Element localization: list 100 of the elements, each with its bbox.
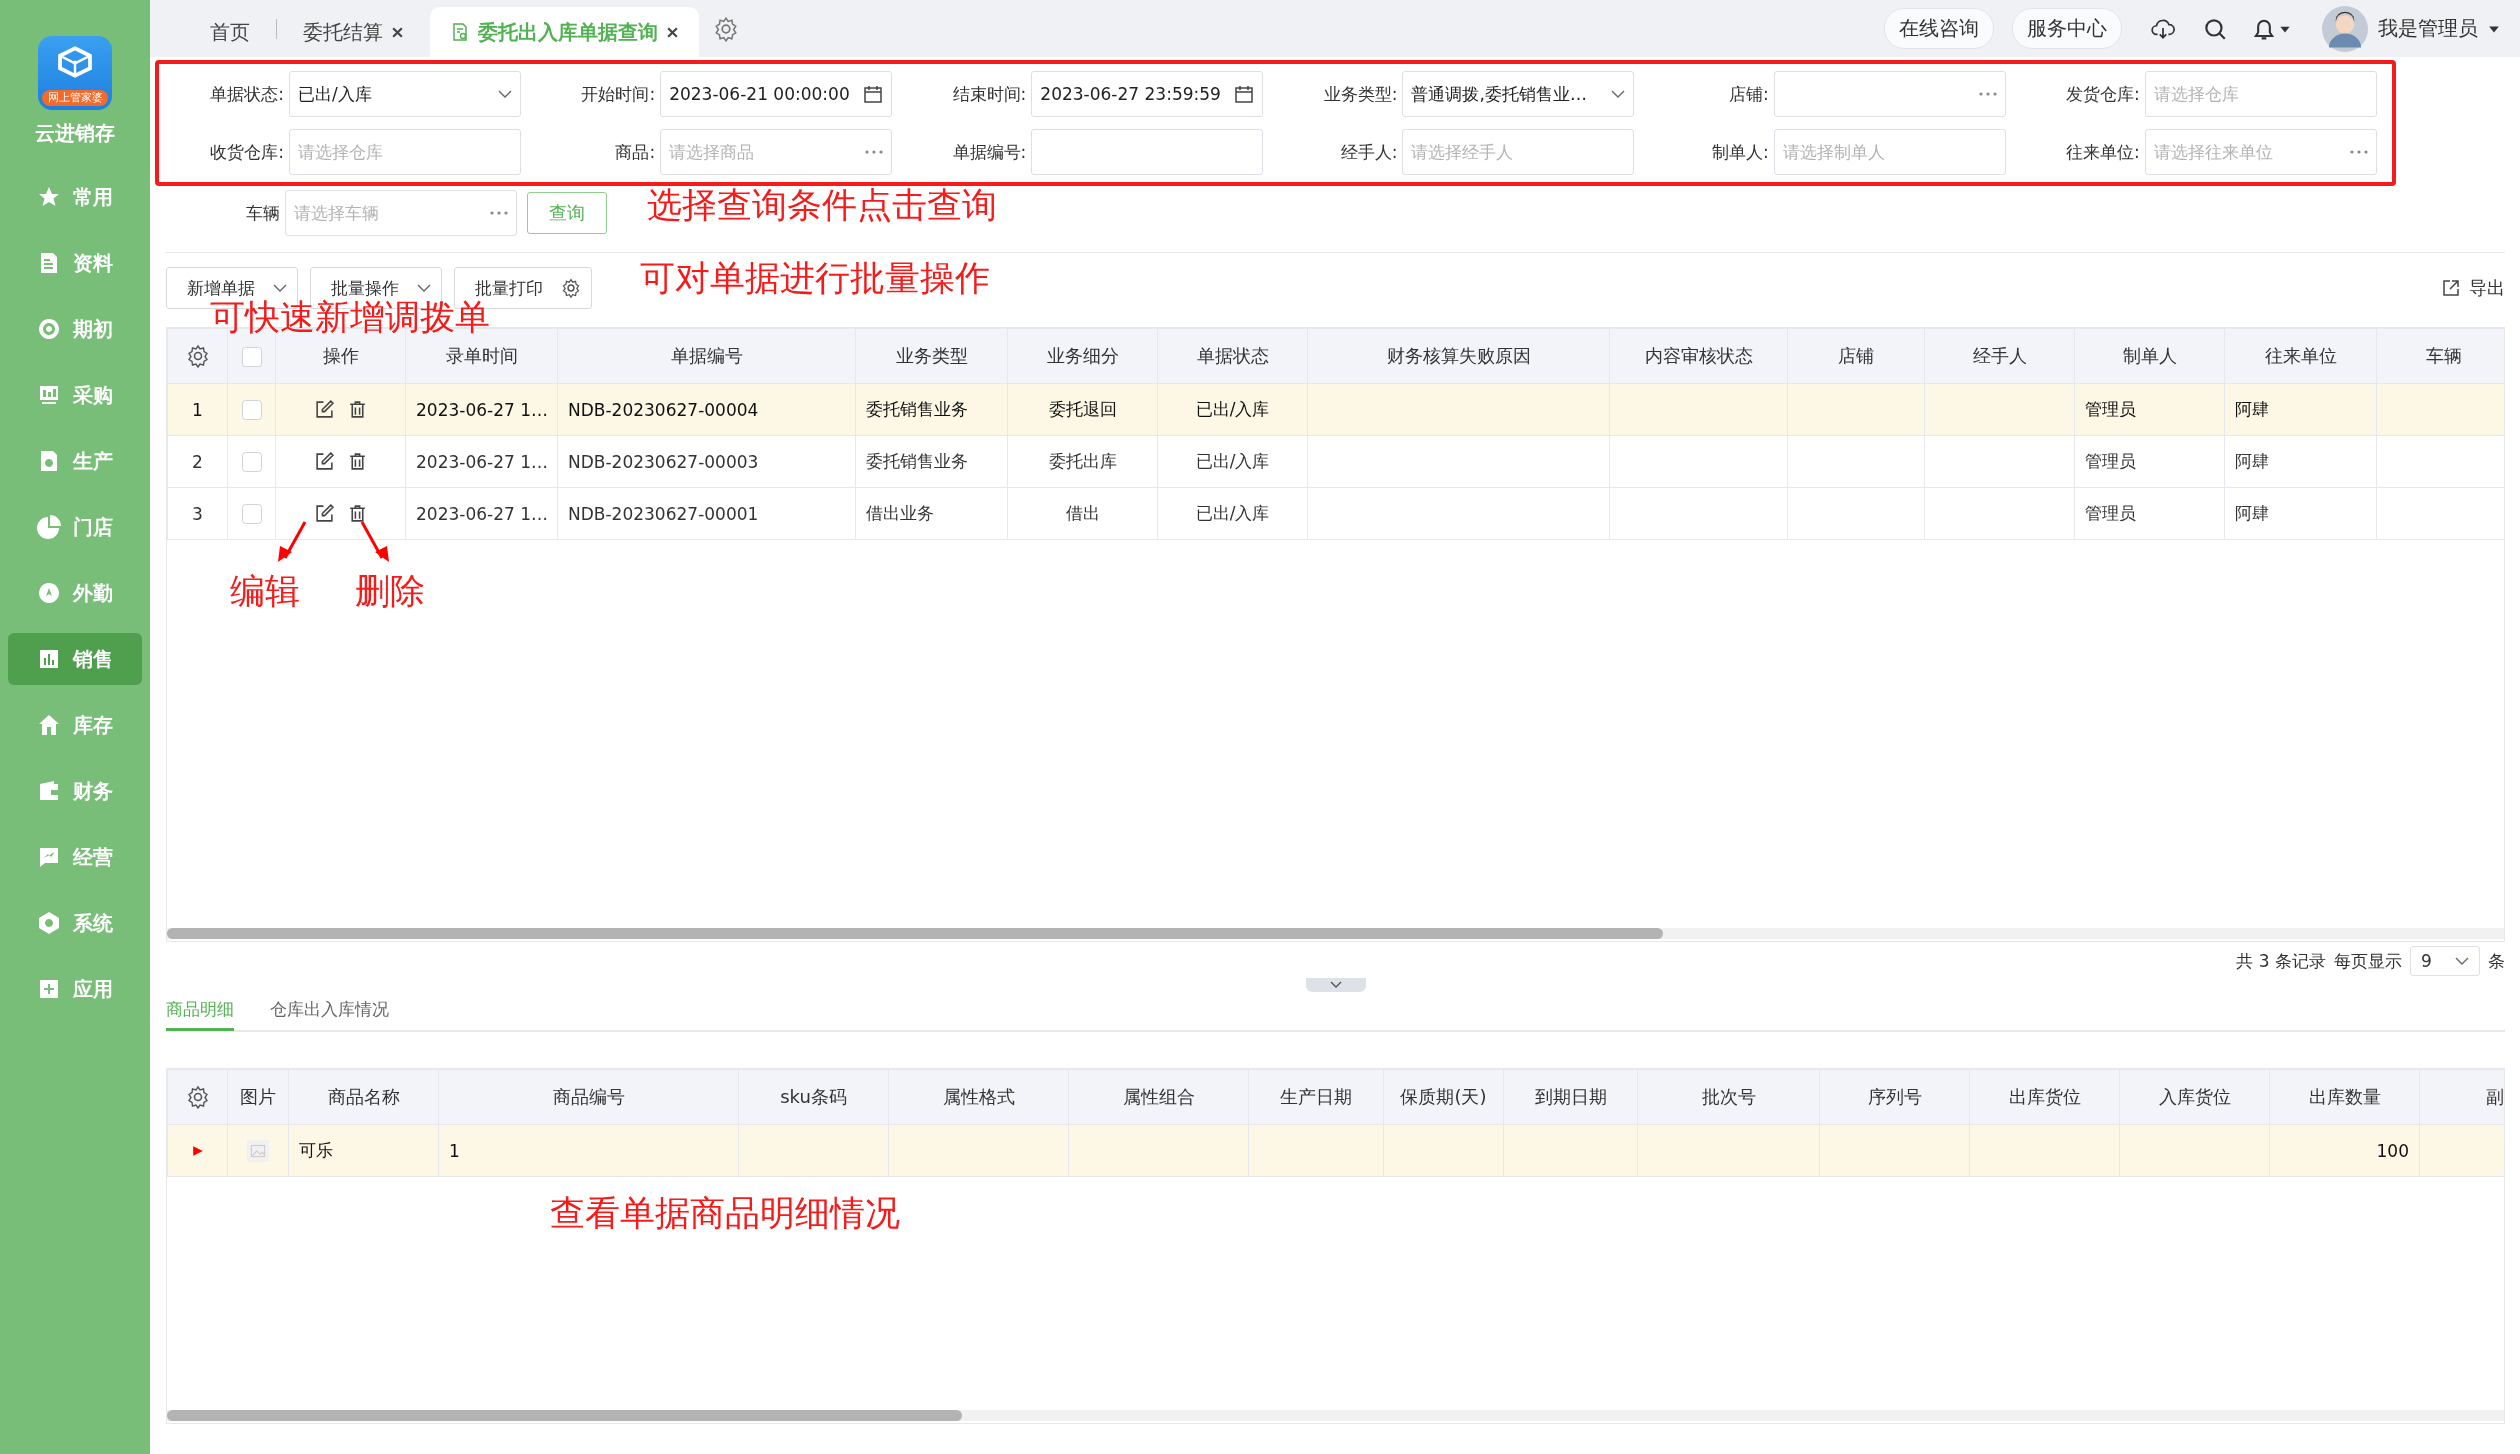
input-field[interactable]: 2023-06-27 23:59:59: [1031, 71, 1264, 117]
input-field[interactable]: [1031, 129, 1264, 175]
annotation-text: 编辑: [230, 574, 300, 609]
settings-icon[interactable]: [713, 15, 739, 42]
chart-flag-icon: [37, 845, 61, 869]
sidebar-item[interactable]: 外勤: [8, 567, 142, 619]
row-number: 2: [192, 451, 203, 472]
input-field[interactable]: 请选择仓库: [2144, 71, 2377, 117]
sidebar-item[interactable]: 期初: [8, 303, 142, 355]
query-button[interactable]: 查询: [527, 192, 607, 234]
house-icon: [37, 713, 61, 737]
collapse-handle[interactable]: [1305, 978, 1366, 992]
input-field[interactable]: 普通调拨,委托销售业…: [1402, 71, 1635, 117]
checkbox[interactable]: [241, 452, 262, 472]
checkbox[interactable]: [241, 347, 262, 367]
sidebar-item[interactable]: 库存: [8, 699, 142, 751]
sidebar-item[interactable]: 采购: [8, 369, 142, 421]
edit-icon[interactable]: [313, 503, 335, 525]
field-label: 车辆: [245, 201, 280, 225]
edit-icon[interactable]: [313, 399, 335, 421]
sidebar-item[interactable]: 常用: [8, 171, 142, 223]
input-field[interactable]: [1773, 71, 2006, 117]
close-icon[interactable]: [391, 25, 404, 39]
input-field[interactable]: 请选择制单人: [1773, 129, 2006, 175]
scrollbar[interactable]: [167, 928, 2504, 939]
sidebar-item[interactable]: 资料: [8, 237, 142, 289]
table-cell: NDB-20230627-00004: [568, 399, 759, 420]
column-header: 单据状态: [1196, 345, 1269, 366]
sidebar-item[interactable]: 门店: [8, 501, 142, 553]
field-label: 收货仓库:: [209, 140, 284, 164]
field-label: 经手人:: [1339, 140, 1398, 164]
column-header: 批次号: [1701, 1086, 1756, 1107]
field-label: 店铺:: [1727, 82, 1769, 106]
field-label: 业务类型:: [1322, 82, 1398, 106]
column-header: 图片: [240, 1086, 276, 1107]
sidebar-item[interactable]: 应用: [8, 963, 142, 1015]
more-icon: [865, 150, 884, 154]
record-count: 共 3 条记录: [2236, 949, 2326, 973]
edit-icon[interactable]: [313, 451, 335, 473]
header-link-button[interactable]: 在线咨询: [1884, 8, 1994, 49]
tab[interactable]: 商品明细: [166, 994, 234, 1031]
table-cell: 2023-06-27 1…: [416, 503, 548, 524]
column-header: 副: [2485, 1086, 2504, 1107]
column-header: 往来单位: [2264, 345, 2337, 366]
field-label: 商品:: [614, 140, 656, 164]
column-header: 车辆: [2425, 345, 2462, 366]
column-header: 操作: [322, 345, 359, 366]
sidebar-item[interactable]: 财务: [8, 765, 142, 817]
sidebar-item[interactable]: 经营: [8, 831, 142, 883]
pie-icon: [37, 515, 61, 539]
close-icon[interactable]: [666, 25, 679, 39]
table-cell: 可乐: [299, 1140, 333, 1160]
checkbox[interactable]: [241, 400, 262, 420]
field-label: 发货仓库:: [2065, 82, 2140, 106]
settings-icon[interactable]: [185, 1085, 210, 1109]
column-header: 财务核算失败原因: [1386, 345, 1531, 366]
user-menu[interactable]: 我是管理员: [2322, 5, 2500, 52]
column-header: 内容审核状态: [1644, 345, 1753, 366]
sidebar-item[interactable]: 系统: [8, 897, 142, 949]
input-field[interactable]: 已出/入库: [289, 71, 521, 117]
column-header: 商品名称: [327, 1086, 400, 1107]
sidebar-item[interactable]: 销售: [8, 633, 142, 685]
checkbox[interactable]: [241, 504, 262, 524]
logo-badge: 网上管家婆: [42, 90, 108, 106]
input-field[interactable]: 请选择车辆: [285, 190, 517, 236]
input-field[interactable]: 2023-06-21 00:00:00: [660, 71, 893, 117]
tab[interactable]: 委托出入库单据查询: [430, 7, 699, 57]
header-link-button[interactable]: 服务中心: [2012, 8, 2122, 49]
tab[interactable]: 仓库出入库情况: [270, 994, 389, 1028]
input-field[interactable]: 请选择仓库: [289, 129, 521, 175]
scrollbar[interactable]: [167, 1410, 2504, 1421]
annotation-arrow: [360, 521, 389, 562]
more-icon: [490, 211, 508, 215]
field-label: 往来单位:: [2065, 140, 2140, 164]
calendar-icon: [863, 84, 884, 104]
annotation-text: 可对单据进行批量操作: [640, 261, 990, 296]
settings-icon[interactable]: [185, 344, 210, 368]
column-header: 录单时间: [445, 345, 518, 366]
row-number: 3: [192, 503, 203, 524]
annotation-text: 删除: [355, 574, 425, 609]
table-cell: 1: [449, 1140, 460, 1161]
annotation-text: 查看单据商品明细情况: [550, 1196, 900, 1231]
tab[interactable]: 首页: [190, 7, 270, 57]
table-cell: 管理员: [2085, 503, 2136, 523]
column-header: 店铺: [1838, 345, 1874, 366]
page-size-unit: 条: [2488, 949, 2505, 973]
page-size-select[interactable]: 9: [2410, 946, 2480, 976]
table-cell: 已出/入库: [1195, 399, 1270, 419]
input-field[interactable]: 请选择经手人: [1402, 129, 1635, 175]
export-link[interactable]: 导出: [2441, 276, 2505, 300]
more-icon: [1978, 92, 1997, 96]
column-header: 到期日期: [1534, 1086, 1607, 1107]
table-cell: 借出业务: [866, 503, 934, 523]
field-label: 单据编号:: [951, 140, 1027, 164]
chevron-down-icon: [1329, 981, 1342, 989]
tab[interactable]: 委托结算: [283, 7, 424, 57]
sidebar-item[interactable]: 生产: [8, 435, 142, 487]
input-field[interactable]: 请选择商品: [660, 129, 893, 175]
input-field[interactable]: 请选择往来单位: [2144, 129, 2377, 175]
more-icon: [2349, 150, 2368, 154]
